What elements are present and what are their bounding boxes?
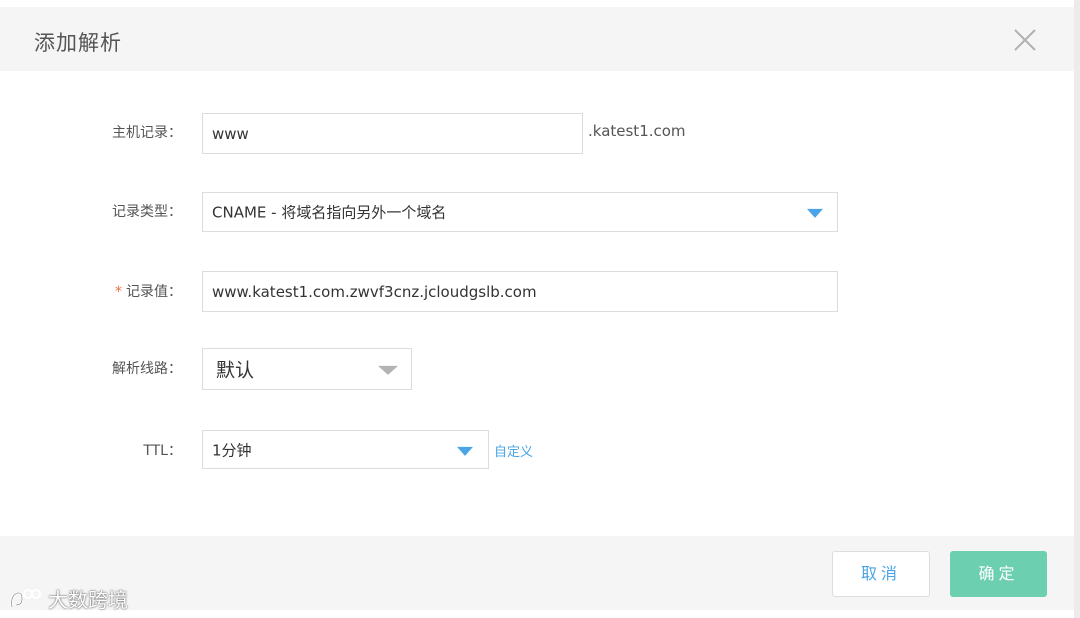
confirm-button[interactable]: 确定 [950,551,1047,597]
host-record-input-wrapper [202,113,583,154]
close-button[interactable] [1010,25,1040,55]
caret-down-icon [807,208,823,218]
background-edge [1074,0,1080,618]
ttl-label: TTL： [143,443,182,459]
record-type-value: CNAME - 将域名指向另外一个域名 [212,203,447,222]
required-mark: * [115,284,122,300]
cancel-button[interactable]: 取消 [832,551,930,597]
watermark-text: 大数跨境 [48,588,128,612]
caret-down-icon [457,446,473,456]
record-type-label: 记录类型： [112,204,182,220]
line-select[interactable]: 默认 [202,348,412,390]
host-record-label: 主机记录： [112,125,182,141]
caret-down-icon [378,365,398,375]
ttl-select[interactable]: 1分钟 [202,430,489,469]
ttl-custom-link[interactable]: 自定义 [494,441,533,460]
ttl-value: 1分钟 [212,441,252,459]
logo-icon [10,588,41,607]
add-record-dialog: 添加解析 主机记录： .katest1.com 记录类型： CNAME - 将域… [0,0,1074,610]
watermark: 大数跨境 [8,584,128,613]
close-icon [1014,29,1036,51]
record-type-select[interactable]: CNAME - 将域名指向另外一个域名 [202,192,838,232]
host-record-input[interactable] [203,114,582,153]
record-value-input[interactable] [203,272,837,311]
dialog-title: 添加解析 [34,31,122,55]
line-value: 默认 [216,359,255,382]
domain-suffix: .katest1.com [588,122,686,140]
record-value-label: * 记录值： [115,284,182,300]
line-label: 解析线路： [112,361,182,377]
dialog-header: 添加解析 [0,7,1074,71]
record-value-input-wrapper [202,271,838,312]
